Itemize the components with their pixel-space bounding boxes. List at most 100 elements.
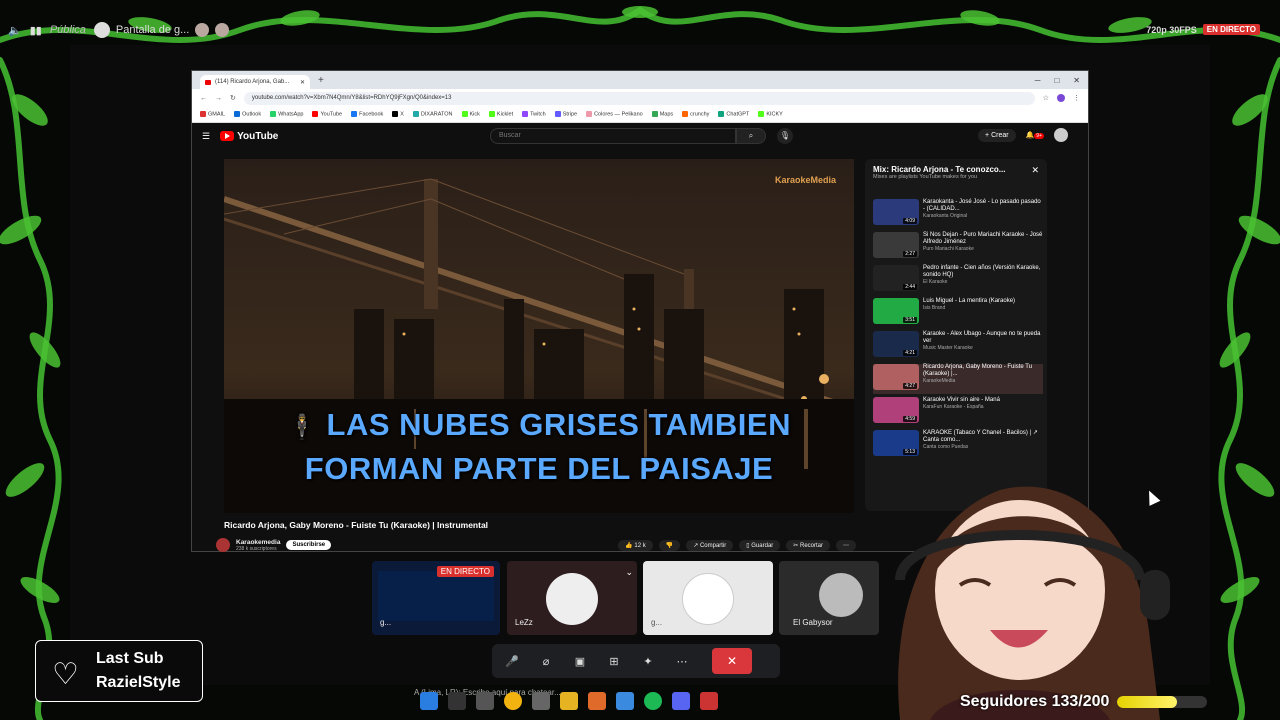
new-tab-icon[interactable]: + bbox=[318, 75, 324, 86]
bookmark-item[interactable]: YouTube bbox=[312, 111, 343, 118]
search-icon[interactable] bbox=[448, 692, 466, 710]
microphone-icon[interactable]: 🎤 bbox=[502, 651, 522, 671]
camera-off-icon[interactable]: ⌀ bbox=[536, 651, 556, 671]
discord-icon[interactable] bbox=[672, 692, 690, 710]
share-button[interactable]: ↗ Compartir bbox=[686, 539, 734, 551]
tile-chevron-down-icon[interactable]: ⌄ bbox=[625, 567, 633, 578]
bookmark-item[interactable]: Outlook bbox=[234, 111, 261, 118]
bookmarks-bar: GMAIL Outlook WhatsApp YouTube Facebook X DIXA… bbox=[192, 107, 1088, 123]
hamburger-menu-icon[interactable]: ☰ bbox=[202, 131, 210, 142]
playlist-item[interactable]: 2:27 Si Nos Dejan - Puro Mariachi Karaoke… bbox=[873, 232, 1043, 262]
subscribe-button[interactable]: Suscribirse bbox=[286, 540, 332, 550]
voice-search-button[interactable]: 🎙 bbox=[777, 128, 793, 144]
reload-icon[interactable]: ↻ bbox=[230, 94, 236, 102]
channel-avatar[interactable] bbox=[216, 538, 230, 552]
task-view-icon[interactable] bbox=[476, 692, 494, 710]
call-tile-user[interactable]: g... bbox=[643, 561, 773, 635]
screen-preview bbox=[378, 571, 494, 621]
bookmark-item[interactable]: DIXARATON bbox=[412, 111, 453, 118]
file-explorer-icon[interactable] bbox=[560, 692, 578, 710]
search-button[interactable]: ⌕ bbox=[736, 128, 766, 144]
followers-text: Seguidores 133/200 bbox=[960, 693, 1110, 710]
followers-progress-bar bbox=[1117, 696, 1208, 708]
create-button[interactable]: + Crear bbox=[978, 128, 1016, 142]
speaker-icon[interactable]: 🔈 bbox=[8, 24, 22, 37]
bookmark-favicon-icon bbox=[412, 111, 419, 118]
channel-name[interactable]: Karaokemedia bbox=[236, 539, 280, 546]
search-icon: ⌕ bbox=[748, 131, 754, 140]
bookmark-item[interactable]: WhatsApp bbox=[270, 111, 303, 118]
share-label: Compartir bbox=[699, 542, 727, 549]
like-button[interactable]: 👍 12 k bbox=[618, 539, 653, 551]
last-sub-label: Last Sub bbox=[96, 650, 164, 667]
bookmark-item[interactable]: Maps bbox=[651, 111, 673, 118]
close-playlist-icon[interactable]: ✕ bbox=[1031, 165, 1039, 176]
video-player[interactable]: KaraokeMedia 🕴 LAS NUBES GRISES TAMBIEN … bbox=[224, 159, 854, 513]
bookmark-item[interactable]: crunchy bbox=[682, 111, 709, 118]
disconnect-button[interactable]: ✕ bbox=[712, 648, 752, 674]
bookmark-favicon-icon bbox=[270, 111, 277, 118]
more-actions-button[interactable]: ⋯ bbox=[836, 539, 856, 551]
back-icon[interactable]: ← bbox=[200, 95, 207, 102]
bookmark-item[interactable]: ChatGPT bbox=[718, 111, 750, 118]
forward-icon[interactable]: → bbox=[215, 95, 222, 102]
screen-share-icon[interactable]: ▣ bbox=[570, 651, 590, 671]
bookmark-item[interactable]: Twitch bbox=[522, 111, 546, 118]
profile-icon[interactable] bbox=[1057, 94, 1065, 102]
app-icon[interactable] bbox=[588, 692, 606, 710]
bookmark-label: Stripe bbox=[562, 111, 578, 118]
playlist-item[interactable]: 4:27 Ricardo Arjona, Gaby Moreno - Fuiste… bbox=[873, 364, 1043, 394]
bookmark-item[interactable]: Colores — Pelikano bbox=[586, 111, 643, 118]
bookmark-item[interactable]: GMAIL bbox=[200, 111, 225, 118]
close-window-icon[interactable]: ✕ bbox=[1073, 76, 1080, 85]
bookmark-item[interactable]: X bbox=[392, 111, 404, 118]
call-tile-user[interactable]: LeZz ⌄ bbox=[507, 561, 637, 635]
lyrics-line-2: FORMAN PARTE DEL PAISAJE bbox=[304, 451, 774, 486]
windows-start-icon[interactable] bbox=[420, 692, 438, 710]
minimize-icon[interactable]: ─ bbox=[1035, 76, 1041, 85]
youtube-logo-text: YouTube bbox=[237, 130, 279, 142]
menu-dots-icon[interactable]: ⋮ bbox=[1073, 94, 1080, 102]
bookmark-item[interactable]: Kick bbox=[461, 111, 480, 118]
maximize-icon[interactable]: □ bbox=[1054, 76, 1059, 85]
playlist-item[interactable]: 5:13 KARAOKE (Tabaco Y Chanel - Bacilos) … bbox=[873, 430, 1043, 460]
bookmark-item[interactable]: Facebook bbox=[351, 111, 383, 118]
playlist-item[interactable]: 4:21 Karaoke - Alex Ubago - Aunque no te … bbox=[873, 331, 1043, 361]
bookmark-label: YouTube bbox=[320, 111, 343, 118]
playlist-item[interactable]: 2:44 Pedro infante - Cien años (Versión K… bbox=[873, 265, 1043, 295]
save-button[interactable]: ▯ Guardar bbox=[739, 539, 781, 551]
screen-share-pill[interactable]: Pantalla de g... bbox=[93, 22, 230, 38]
bookmark-favicon-icon bbox=[554, 111, 561, 118]
bookmark-item[interactable]: Stripe bbox=[554, 111, 578, 118]
taskbar bbox=[420, 692, 718, 710]
settings-icon[interactable] bbox=[532, 692, 550, 710]
notifications-icon[interactable]: 🔔 9+ bbox=[1026, 131, 1044, 139]
lyrics-line-1: 🕴 LAS NUBES GRISES TAMBIEN bbox=[224, 407, 854, 443]
bookmark-item[interactable]: Kicklet bbox=[488, 111, 513, 118]
youtube-logo[interactable]: YouTube bbox=[220, 131, 278, 142]
dislike-button[interactable]: 👎 bbox=[658, 539, 681, 551]
playlist-panel: Mix: Ricardo Arjona - Te conozco... Mixe… bbox=[865, 159, 1047, 511]
close-tab-icon[interactable]: ✕ bbox=[300, 79, 305, 86]
chrome-icon[interactable] bbox=[504, 692, 522, 710]
playlist-item[interactable]: 4:09 Karaokanta - José José - Lo pasado p… bbox=[873, 199, 1043, 229]
soundboard-icon[interactable]: ✦ bbox=[638, 651, 658, 671]
playlist-item[interactable]: 3:51 Luis Miguel - La mentira (Karaoke) Is… bbox=[873, 298, 1043, 328]
call-tile-screen[interactable]: EN DIRECTO g... bbox=[372, 561, 500, 635]
bookmark-item[interactable]: KICKY bbox=[758, 111, 783, 118]
playlist-thumbnail: 2:27 bbox=[873, 232, 919, 258]
activities-icon[interactable]: ⊞ bbox=[604, 651, 624, 671]
playlist-item[interactable]: 4:59 Karaoke Vivir sin aire - Maná KaraFun… bbox=[873, 397, 1043, 427]
more-options-icon[interactable]: ⋯ bbox=[672, 651, 692, 671]
app-icon[interactable] bbox=[700, 692, 718, 710]
bookmark-label: ChatGPT bbox=[726, 111, 750, 118]
video-meta-row: Karaokemedia 238 k suscriptores Suscribi… bbox=[216, 537, 856, 553]
url-field[interactable]: youtube.com/watch?v=Xbm7N4Qmn/Y8&list=RD… bbox=[243, 91, 1035, 105]
app-icon[interactable] bbox=[616, 692, 634, 710]
spotify-icon[interactable] bbox=[644, 692, 662, 710]
search-input[interactable]: Buscar bbox=[490, 128, 736, 144]
clip-button[interactable]: ✂ Recortar bbox=[786, 539, 830, 551]
avatar[interactable] bbox=[1054, 128, 1068, 142]
browser-tab[interactable]: (114) Ricardo Arjona, Gab... ✕ bbox=[200, 75, 310, 89]
star-icon[interactable]: ☆ bbox=[1043, 94, 1049, 102]
